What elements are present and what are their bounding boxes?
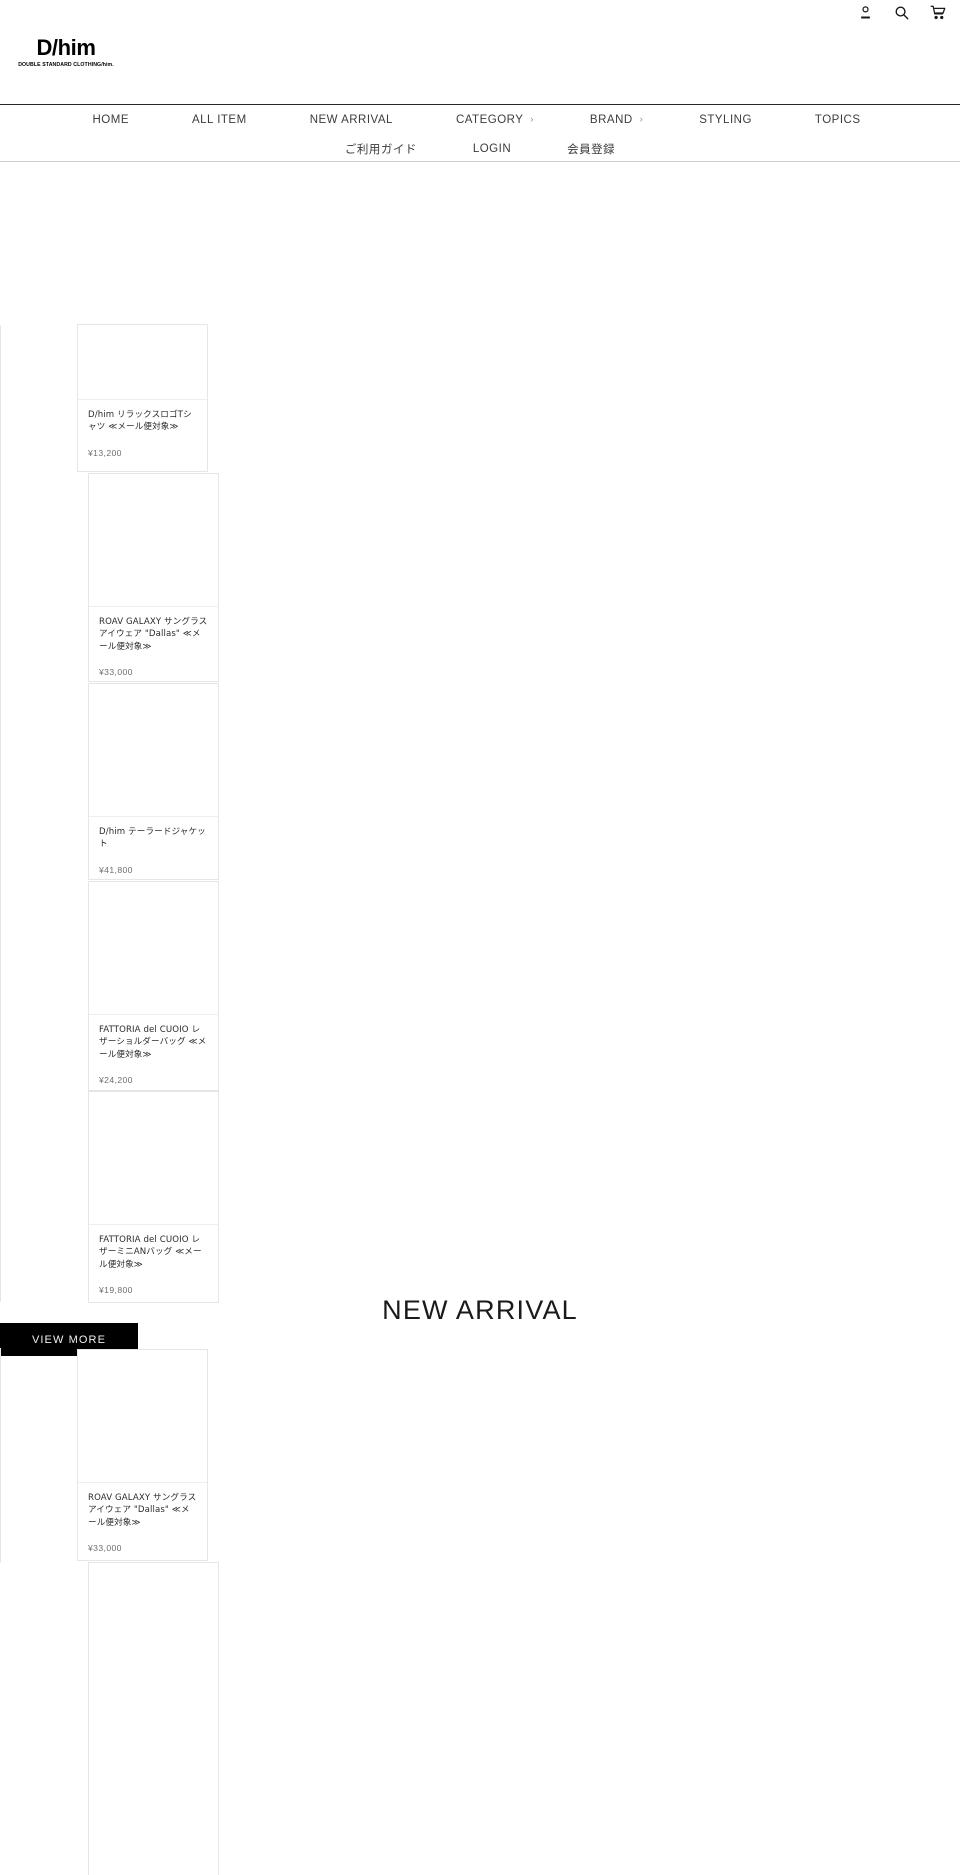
site-logo[interactable]: D/him DOUBLE STANDARD CLOTHING/him. xyxy=(18,13,114,91)
nav-row-secondary: ご利用ガイド LOGIN 会員登録 xyxy=(0,134,960,163)
section-title-new-arrival: NEW ARRIVAL xyxy=(382,1295,578,1325)
site-header: D/him DOUBLE STANDARD CLOTHING/him. xyxy=(0,0,960,104)
nav-item-guide[interactable]: ご利用ガイド xyxy=(317,141,445,157)
product-card[interactable]: FATTORIA del CUOIO レザーショルダーバッグ ≪メール便対象≫ … xyxy=(88,881,219,1091)
header-icon-group xyxy=(857,0,946,22)
product-title: D/him リラックスロゴTシャツ ≪メール便対象≫ xyxy=(88,410,192,433)
product-price: ¥33,000 xyxy=(88,1543,122,1554)
nav-item-topics[interactable]: TOPICS xyxy=(787,114,896,126)
nav-label: HOME xyxy=(92,113,129,126)
nav-label: BRAND xyxy=(589,113,633,126)
nav-item-register[interactable]: 会員登録 xyxy=(539,141,643,157)
product-card[interactable]: ROAV GALAXY サングラスアイウェア "Dallas" ≪メール便対象≫… xyxy=(88,473,219,682)
product-thumbnail xyxy=(89,474,218,607)
nav-label: STYLING xyxy=(699,113,752,126)
product-price: ¥19,800 xyxy=(99,1285,133,1296)
nav-item-login[interactable]: LOGIN xyxy=(445,143,539,155)
logo-tagline: DOUBLE STANDARD CLOTHING/him. xyxy=(18,61,114,68)
edge-card-strip[interactable] xyxy=(0,1348,1,1563)
product-price: ¥41,800 xyxy=(99,864,133,875)
product-info: D/him リラックスロゴTシャツ ≪メール便対象≫ ¥13,200 xyxy=(78,400,207,470)
nav-label: CATEGORY xyxy=(455,113,524,126)
logo-wordmark: D/him xyxy=(36,34,96,60)
product-card[interactable]: FATTORIA del CUOIO レザーミニANバッグ ≪メール便対象≫ ¥… xyxy=(88,1091,219,1303)
product-card[interactable]: D/him テーラードジャケット ¥41,800 xyxy=(88,683,219,880)
product-thumbnail xyxy=(78,1350,207,1483)
product-title: FATTORIA del CUOIO レザーミニANバッグ ≪メール便対象≫ xyxy=(99,1235,202,1270)
chevron-right-icon: › xyxy=(530,114,534,124)
nav-label: NEW ARRIVAL xyxy=(309,113,393,126)
nav-label: LOGIN xyxy=(472,142,512,155)
nav-item-all-item[interactable]: ALL ITEM xyxy=(164,114,282,126)
nav-item-home[interactable]: HOME xyxy=(64,114,164,126)
product-info: FATTORIA del CUOIO レザーショルダーバッグ ≪メール便対象≫ … xyxy=(89,1015,218,1097)
nav-label: 会員登録 xyxy=(567,141,616,156)
product-thumbnail xyxy=(78,325,207,400)
chevron-right-icon: › xyxy=(639,114,644,124)
nav-item-styling[interactable]: STYLING xyxy=(671,114,787,126)
cart-icon[interactable] xyxy=(929,4,946,21)
view-more-label: VIEW MORE xyxy=(31,1333,107,1346)
nav-item-category[interactable]: CATEGORY › xyxy=(428,114,562,126)
product-title: ROAV GALAXY サングラスアイウェア "Dallas" ≪メール便対象≫ xyxy=(88,1493,197,1528)
product-title: D/him テーラードジャケット xyxy=(99,827,206,850)
product-card[interactable]: D/him リラックスロゴTシャツ ≪メール便対象≫ ¥13,200 xyxy=(77,324,208,472)
nav-row-primary: HOME ALL ITEM NEW ARRIVAL CATEGORY › BRA… xyxy=(0,105,960,134)
product-thumbnail xyxy=(89,1092,218,1225)
product-info: D/him テーラードジャケット ¥41,800 xyxy=(89,817,218,887)
edge-card-strip[interactable] xyxy=(0,325,1,1302)
product-info: ROAV GALAXY サングラスアイウェア "Dallas" ≪メール便対象≫… xyxy=(89,607,218,689)
product-title: ROAV GALAXY サングラスアイウェア "Dallas" ≪メール便対象≫ xyxy=(99,617,208,652)
product-thumbnail xyxy=(89,1563,218,1696)
product-price: ¥13,200 xyxy=(88,447,122,458)
nav-label: ALL ITEM xyxy=(191,113,247,126)
nav-item-new-arrival[interactable]: NEW ARRIVAL xyxy=(282,114,428,126)
product-card[interactable]: ROAV GALAXY サングラスアイウェア "Dallas" ≪メール便対象≫… xyxy=(77,1349,208,1561)
product-title: FATTORIA del CUOIO レザーショルダーバッグ ≪メール便対象≫ xyxy=(99,1025,207,1060)
product-price: ¥24,200 xyxy=(99,1075,133,1086)
product-price: ¥33,000 xyxy=(99,667,133,678)
product-info: ROAV GALAXY サングラスアイウェア "Dallas" ≪メール便対象≫… xyxy=(78,1483,207,1565)
product-card[interactable] xyxy=(88,1562,219,1875)
product-thumbnail xyxy=(89,882,218,1015)
product-thumbnail xyxy=(89,684,218,817)
nav-label: TOPICS xyxy=(814,113,861,126)
nav-item-brand[interactable]: BRAND › xyxy=(562,114,671,126)
search-icon[interactable] xyxy=(893,4,910,21)
account-icon[interactable] xyxy=(857,4,874,21)
main-navigation: HOME ALL ITEM NEW ARRIVAL CATEGORY › BRA… xyxy=(0,104,960,162)
nav-label: ご利用ガイド xyxy=(344,141,417,156)
